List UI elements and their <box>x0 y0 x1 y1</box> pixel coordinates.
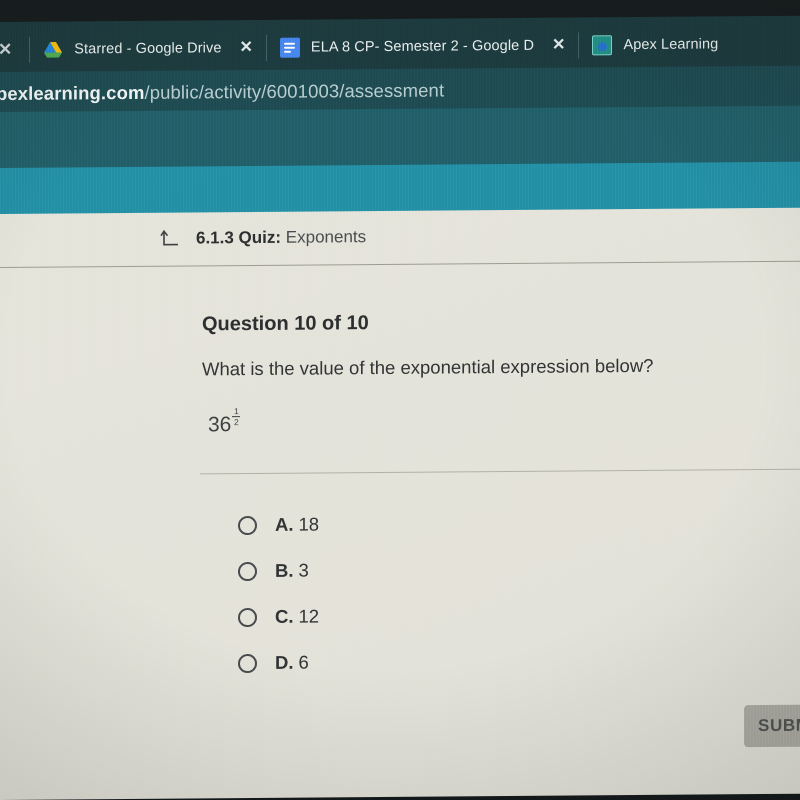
answers-divider <box>200 468 800 475</box>
browser-tab-apex-learning[interactable]: Apex Learning <box>592 16 718 73</box>
quiz-title: 6.1.3 Quiz: Exponents <box>196 227 366 248</box>
header-divider <box>0 260 800 268</box>
quiz-lesson-number: 6.1.3 <box>196 228 234 248</box>
answer-label: D. 6 <box>275 652 309 674</box>
tab-title: ELA 8 CP- Semester 2 - Google D <box>310 37 535 56</box>
answer-value: 18 <box>298 513 320 535</box>
question-counter: Question 10 of 10 <box>202 312 369 336</box>
url-text: pexlearning.com/public/activity/6001003/… <box>0 80 444 106</box>
answer-letter: B. <box>275 559 294 581</box>
answer-option-c[interactable]: C. 12 <box>238 593 319 640</box>
radio-button[interactable] <box>238 607 257 627</box>
question-prompt: What is the value of the exponential exp… <box>202 354 654 380</box>
exponent-denominator: 2 <box>233 417 239 428</box>
answer-value: 6 <box>298 651 309 673</box>
answer-letter: D. <box>275 651 294 673</box>
answer-label: A. 18 <box>275 513 319 535</box>
expression-exponent-fraction: 1 2 <box>232 406 241 428</box>
url-path: /public/activity/6001003/assessment <box>144 79 445 103</box>
math-expression: 36 1 2 <box>208 406 241 437</box>
radio-button[interactable] <box>238 653 257 673</box>
answer-letter: A. <box>275 513 294 535</box>
answer-option-d[interactable]: D. 6 <box>238 639 319 686</box>
expression-base: 36 <box>208 413 232 437</box>
answer-option-a[interactable]: A. 18 <box>238 501 319 548</box>
answer-value: 3 <box>298 559 309 581</box>
quiz-type-label: Quiz: <box>238 227 282 248</box>
tab-title: Starred - Google Drive <box>74 40 222 58</box>
answer-option-b[interactable]: B. 3 <box>238 547 319 594</box>
google-docs-icon <box>279 37 300 58</box>
answer-options: A. 18 B. 3 C. 12 D. 6 <box>238 501 319 686</box>
tab-title: Apex Learning <box>623 36 719 54</box>
answer-label: B. 3 <box>275 560 309 582</box>
apex-learning-icon <box>592 35 613 56</box>
answer-label: C. 12 <box>275 605 319 627</box>
back-arrow-icon[interactable] <box>160 228 182 250</box>
close-icon[interactable]: ✕ <box>240 39 253 56</box>
quiz-subject: Exponents <box>285 227 367 247</box>
google-drive-icon <box>43 40 63 60</box>
exponent-numerator: 1 <box>233 406 239 417</box>
tab-divider <box>578 32 580 59</box>
radio-button[interactable] <box>238 561 257 581</box>
submit-button[interactable]: SUBMIT <box>744 704 800 748</box>
tab-divider <box>265 34 267 61</box>
tab-scroll-left-icon[interactable]: ✕ <box>0 40 12 60</box>
quiz-header: 6.1.3 Quiz: Exponents <box>160 226 366 250</box>
radio-button[interactable] <box>238 515 257 535</box>
close-icon[interactable]: ✕ <box>552 37 565 54</box>
tab-divider <box>29 36 31 63</box>
url-host: pexlearning.com <box>0 81 145 105</box>
answer-letter: C. <box>275 605 294 627</box>
browser-tab-google-drive[interactable]: Starred - Google Drive ✕ <box>43 20 253 78</box>
answer-value: 12 <box>298 605 320 627</box>
screen-photo: ✕ Starred - Google Drive ✕ ELA 8 CP- Sem… <box>0 0 800 800</box>
quiz-page: 6.1.3 Quiz: Exponents Question 10 of 10 … <box>0 207 800 800</box>
